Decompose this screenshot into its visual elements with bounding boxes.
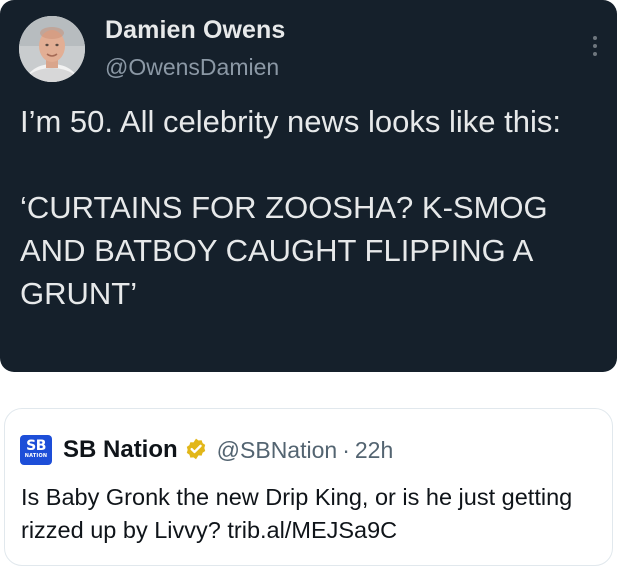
sb-nation-logo[interactable]: SB NATION: [20, 435, 52, 465]
timestamp[interactable]: 22h: [355, 437, 393, 464]
main-tweet[interactable]: Damien Owens @OwensDamien I’m 50. All ce…: [0, 0, 617, 372]
avatar-photo: [19, 16, 85, 82]
quoted-author-handle[interactable]: @SBNation: [217, 437, 338, 464]
quoted-tweet-text: Is Baby Gronk the new Drip King, or is h…: [21, 484, 573, 543]
author-name[interactable]: Damien Owens: [105, 16, 285, 45]
avatar[interactable]: [19, 16, 85, 82]
quoted-tweet-header: SB Nation @SBNation · 22h: [63, 435, 393, 465]
quoted-tweet-card[interactable]: SB NATION SB Nation @SBNation · 22h Is B…: [4, 408, 613, 566]
logo-text: SB: [26, 438, 46, 454]
verified-badge-icon: [186, 438, 205, 460]
tweet-text: I’m 50. All celebrity news looks like th…: [20, 104, 561, 311]
separator-dot: ·: [342, 436, 350, 463]
author-handle[interactable]: @OwensDamien: [105, 54, 279, 81]
logo-subtext: NATION: [24, 453, 48, 459]
quoted-author-name[interactable]: SB Nation: [63, 436, 178, 464]
more-horizontal-icon[interactable]: [591, 36, 599, 62]
